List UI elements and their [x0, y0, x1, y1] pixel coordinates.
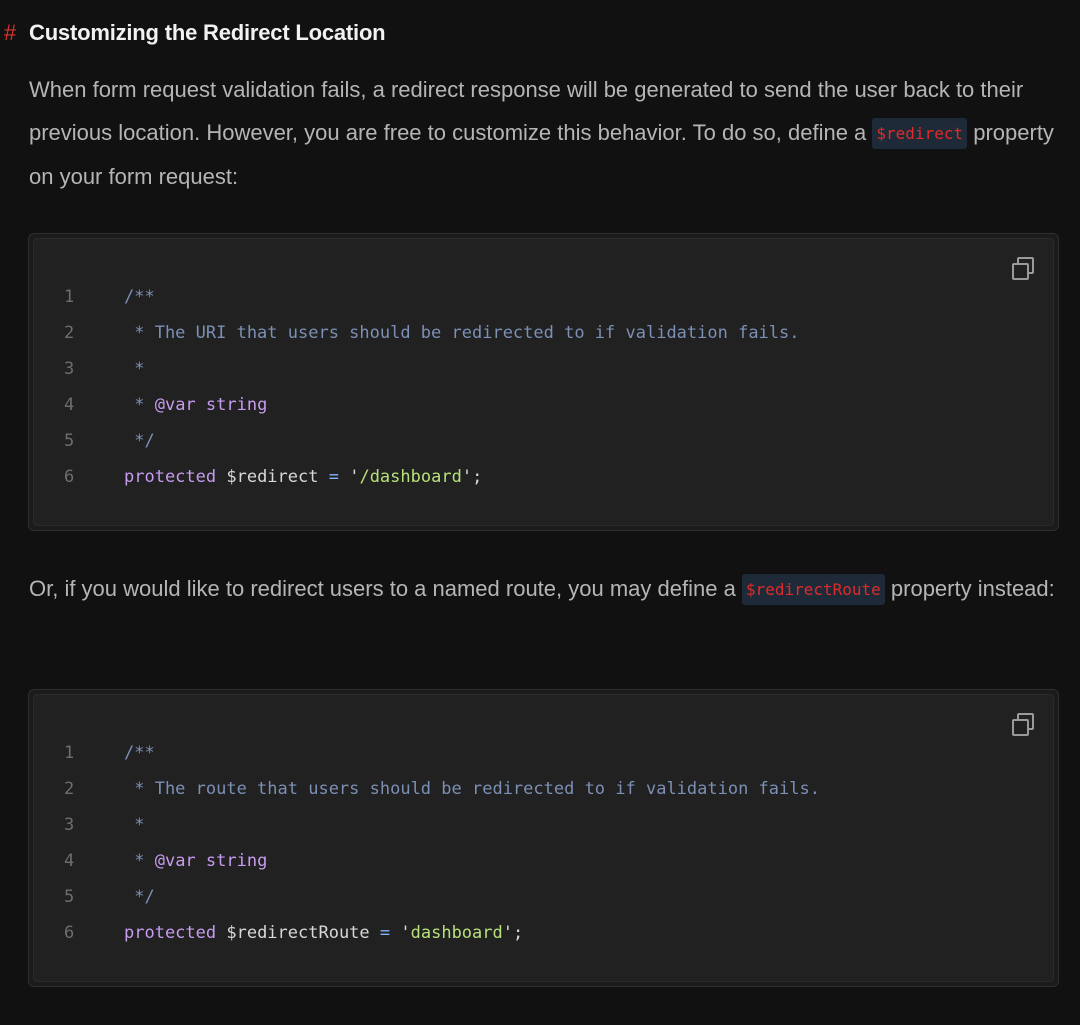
code-token-var: $redirectRoute	[216, 923, 380, 943]
line-code: *	[124, 359, 144, 379]
code-token-tag: @var string	[154, 395, 268, 415]
code-lines: 1 /** 2 * The route that users should be r…	[34, 735, 1053, 951]
paragraph-text: Or, if you would like to redirect users …	[29, 576, 742, 601]
code-line: 4 * @var string	[34, 843, 1053, 879]
line-number: 3	[64, 359, 75, 379]
paragraph-text: property instead:	[884, 576, 1055, 601]
line-number: 4	[64, 395, 75, 415]
code-line: 5 */	[34, 879, 1053, 915]
line-code: protected $redirectRoute = 'dashboard';	[124, 923, 523, 943]
code-token-keyword: protected	[124, 467, 217, 487]
inline-code-redirect-route: $redirectRoute	[741, 574, 885, 605]
code-block-redirect: 1 /** 2 * The URI that users should be red…	[28, 233, 1059, 531]
line-number: 6	[64, 467, 75, 487]
line-code: * The URI that users should be redirecte…	[124, 323, 800, 343]
code-token-comment: */	[124, 431, 155, 451]
line-code: /**	[124, 287, 155, 307]
line-code: /**	[124, 743, 155, 763]
code-line: 2 * The URI that users should be redirec…	[34, 315, 1053, 351]
code-token-op: =	[379, 923, 391, 943]
line-code: *	[124, 815, 144, 835]
code-token-comment: */	[124, 887, 155, 907]
code-token-keyword: protected	[124, 923, 217, 943]
line-code: * @var string	[124, 851, 267, 871]
code-token-comment: *	[124, 359, 145, 379]
line-number: 5	[64, 887, 75, 907]
code-lines: 1 /** 2 * The URI that users should be red…	[34, 279, 1053, 495]
code-line: 6 protected $redirect = '/dashboard';	[34, 459, 1053, 495]
code-line: 3 *	[34, 807, 1053, 843]
code-token-punct: ;	[472, 467, 483, 487]
code-token-string: /dashboard	[359, 467, 462, 487]
code-token-quote: '	[461, 467, 473, 487]
inline-code-redirect: $redirect	[872, 118, 968, 149]
code-token-quote: '	[338, 467, 360, 487]
code-line: 1 /**	[34, 735, 1053, 771]
line-number: 2	[64, 323, 75, 343]
code-token-comment: * The URI that users should be redirecte…	[124, 323, 800, 343]
code-token-op: =	[328, 467, 339, 487]
line-number: 4	[64, 851, 75, 871]
line-code: */	[124, 887, 155, 907]
code-line: 3 *	[34, 351, 1053, 387]
code-line: 6 protected $redirectRoute = 'dashboard';	[34, 915, 1053, 951]
heading-anchor-link[interactable]: #	[0, 20, 29, 46]
code-token-comment: /**	[124, 287, 155, 307]
line-number: 5	[64, 431, 75, 451]
line-number: 1	[64, 743, 75, 763]
code-line: 2 * The route that users should be redir…	[34, 771, 1053, 807]
line-number: 2	[64, 779, 75, 799]
code-block-redirect-route: 1 /** 2 * The route that users should be r…	[28, 689, 1059, 987]
code-token-var: $redirect	[216, 467, 329, 487]
line-code: */	[124, 431, 155, 451]
code-line: 5 */	[34, 423, 1053, 459]
section-heading: # Customizing the Redirect Location	[0, 18, 386, 48]
line-code: protected $redirect = '/dashboard';	[124, 467, 482, 487]
code-block-body: 1 /** 2 * The URI that users should be red…	[33, 238, 1054, 526]
code-token-quote: '	[502, 923, 513, 943]
code-token-tag: @var string	[154, 851, 268, 871]
code-line: 1 /**	[34, 279, 1053, 315]
code-token-comment: *	[124, 395, 155, 415]
code-token-punct: ;	[513, 923, 524, 943]
code-token-string: dashboard	[410, 923, 503, 943]
line-number: 1	[64, 287, 75, 307]
code-token-comment: *	[124, 815, 145, 835]
code-block-body: 1 /** 2 * The route that users should be r…	[33, 694, 1054, 982]
code-token-comment: /**	[124, 743, 155, 763]
line-code: * The route that users should be redirec…	[124, 779, 820, 799]
line-number: 6	[64, 923, 75, 943]
paragraph-redirect-route: Or, if you would like to redirect users …	[29, 567, 1069, 611]
paragraph-redirect: When form request validation fails, a re…	[29, 68, 1069, 198]
code-token-comment: * The route that users should be redirec…	[124, 779, 820, 799]
code-token-comment: *	[124, 851, 155, 871]
line-number: 3	[64, 815, 75, 835]
code-line: 4 * @var string	[34, 387, 1053, 423]
heading-title: Customizing the Redirect Location	[29, 20, 386, 45]
code-token-quote: '	[390, 923, 411, 943]
line-code: * @var string	[124, 395, 267, 415]
